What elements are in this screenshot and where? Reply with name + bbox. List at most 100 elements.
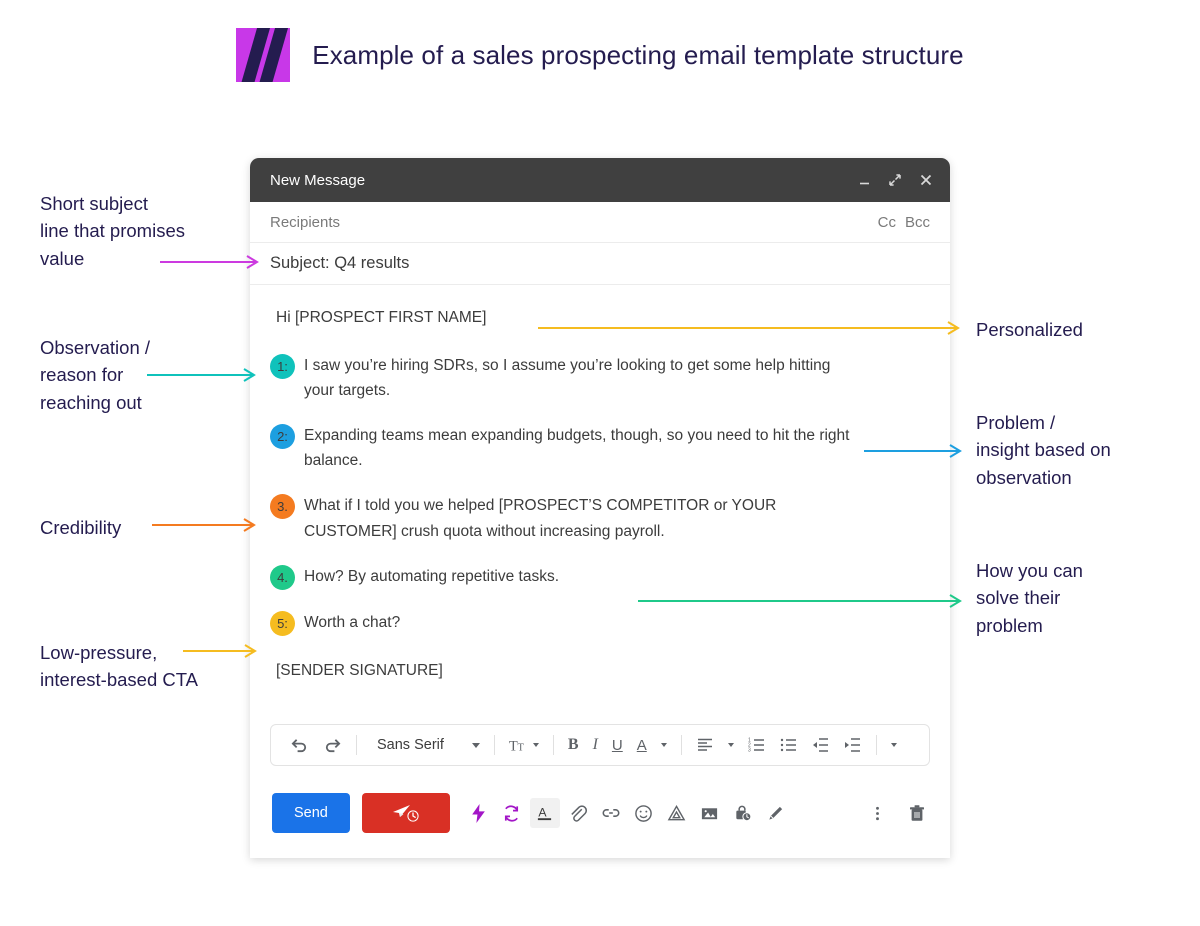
expand-icon[interactable] <box>887 172 903 188</box>
subject-row[interactable]: Subject: Q4 results <box>250 243 950 285</box>
annotation-line: Observation / <box>40 337 151 358</box>
text-color-dropdown[interactable] <box>654 731 674 759</box>
emoji-icon[interactable] <box>629 798 659 828</box>
formatting-toolbar: Sans Serif T T B I U A 1 2 3 <box>270 724 930 766</box>
annotation-problem: Problem / insight based on observation <box>976 409 1191 491</box>
arrow-observation <box>147 368 256 382</box>
brand-logo-icon <box>236 28 291 82</box>
svg-text:3: 3 <box>748 748 751 754</box>
minimize-icon[interactable] <box>856 172 872 188</box>
more-options-icon[interactable] <box>862 798 892 828</box>
italic-button[interactable]: I <box>586 731 605 759</box>
cc-button[interactable]: Cc <box>878 214 896 231</box>
annotation-line: solve their <box>976 587 1061 609</box>
new-message-window: New Message Recipients Cc Bcc Subject: Q… <box>250 158 950 858</box>
bullet-item: 1: I saw you’re hiring SDRs, so I assume… <box>270 353 930 403</box>
close-icon[interactable] <box>918 172 934 188</box>
toolbar-divider <box>552 735 554 755</box>
annotation-line: insight based on <box>976 439 1111 461</box>
bullet-number-badge: 4. <box>270 564 295 590</box>
chevron-down-icon <box>727 743 734 747</box>
underline-button[interactable]: U <box>605 731 630 759</box>
indent-more-icon[interactable] <box>837 731 869 759</box>
align-dropdown[interactable] <box>721 731 741 759</box>
attach-icon[interactable] <box>563 798 593 828</box>
image-icon[interactable] <box>695 798 725 828</box>
annotation-line: reaching out <box>40 391 142 413</box>
send-button[interactable]: Send <box>272 793 350 833</box>
annotation-line: interest-based CTA <box>40 669 198 691</box>
text-color-button[interactable]: A <box>630 731 654 759</box>
chevron-down-icon <box>890 743 897 747</box>
font-family-value: Sans Serif <box>377 737 444 753</box>
text-color-icon[interactable]: A <box>529 798 560 828</box>
indent-less-icon[interactable] <box>805 731 837 759</box>
arrow-solution <box>638 594 962 608</box>
trash-icon[interactable] <box>902 798 932 828</box>
chevron-down-icon <box>660 743 667 747</box>
bold-button[interactable]: B <box>561 731 586 759</box>
bullet-text: How? By automating repetitive tasks. <box>304 567 560 585</box>
undo-icon[interactable] <box>283 731 316 759</box>
lightning-icon[interactable] <box>464 798 494 828</box>
bcc-button[interactable]: Bcc <box>905 214 930 231</box>
annotation-personalized: Personalized <box>976 316 1196 343</box>
bullet-text: What if I told you we helped [PROSPECT’S… <box>304 497 777 540</box>
schedule-send-button[interactable] <box>361 793 450 833</box>
signature-placeholder: [SENDER SIGNATURE] <box>276 661 443 679</box>
page-title: Example of a sales prospecting email tem… <box>312 39 964 70</box>
bullet-text: Worth a chat? <box>304 613 401 631</box>
annotation-line: line that promises <box>40 220 185 242</box>
recipients-placeholder: Recipients <box>270 213 341 231</box>
more-formatting-icon[interactable] <box>884 731 904 759</box>
font-family-select[interactable]: Sans Serif <box>364 731 487 759</box>
bullet-number-badge: 5: <box>270 610 295 636</box>
sync-icon[interactable] <box>497 798 527 828</box>
arrow-subject <box>160 255 259 269</box>
link-icon[interactable] <box>596 798 626 828</box>
annotation-line: Personalized <box>976 319 1083 340</box>
arrow-personalized <box>538 321 960 335</box>
chevron-down-icon <box>532 743 539 747</box>
message-body[interactable]: Hi [PROSPECT FIRST NAME] 1: I saw you’re… <box>250 285 950 765</box>
svg-text:T: T <box>517 742 524 753</box>
toolbar-divider <box>493 735 495 755</box>
annotation-line: problem <box>976 614 1043 636</box>
arrow-credibility <box>152 518 256 532</box>
bulleted-list-icon[interactable] <box>773 731 805 759</box>
bullet-item: 4. How? By automating repetitive tasks. <box>270 564 930 590</box>
toolbar-divider <box>356 735 357 755</box>
annotation-solution: How you can solve their problem <box>976 557 1191 639</box>
arrow-problem <box>864 444 962 458</box>
bullet-item: 3. What if I told you we helped [PROSPEC… <box>270 493 930 543</box>
subject-input[interactable]: Subject: Q4 results <box>270 254 409 273</box>
bullet-text: I saw you’re hiring SDRs, so I assume yo… <box>304 357 831 400</box>
bullet-number-badge: 3. <box>270 494 295 520</box>
redo-icon[interactable] <box>316 731 349 759</box>
toolbar-divider <box>680 735 682 755</box>
bullet-item: 2: Expanding teams mean expanding budget… <box>270 423 930 473</box>
annotation-line: Short subject <box>40 193 148 214</box>
bullet-item: 5: Worth a chat? <box>270 610 930 636</box>
compose-action-row: Send A <box>272 792 932 834</box>
window-titlebar: New Message <box>250 158 950 202</box>
confidential-mode-icon[interactable] <box>728 798 758 828</box>
bullet-number-badge: 1: <box>270 354 295 379</box>
annotation-line: How you can <box>976 560 1083 581</box>
drive-icon[interactable] <box>662 798 692 828</box>
annotation-line: observation <box>976 466 1072 488</box>
signature-icon[interactable] <box>761 798 791 828</box>
page-header: Example of a sales prospecting email tem… <box>0 0 1200 110</box>
recipients-row[interactable]: Recipients Cc Bcc <box>250 202 950 243</box>
font-size-button[interactable]: T T <box>502 731 546 759</box>
numbered-list-icon[interactable]: 1 2 3 <box>741 731 773 759</box>
bullet-text: Expanding teams mean expanding budgets, … <box>304 427 850 470</box>
chevron-down-icon <box>471 742 480 748</box>
svg-text:A: A <box>539 805 548 819</box>
align-icon[interactable] <box>689 731 721 759</box>
window-title: New Message <box>270 171 366 189</box>
toolbar-divider <box>875 735 877 755</box>
arrow-cta <box>183 644 257 658</box>
annotation-line: Problem / <box>976 412 1056 433</box>
bullet-number-badge: 2: <box>270 424 295 450</box>
